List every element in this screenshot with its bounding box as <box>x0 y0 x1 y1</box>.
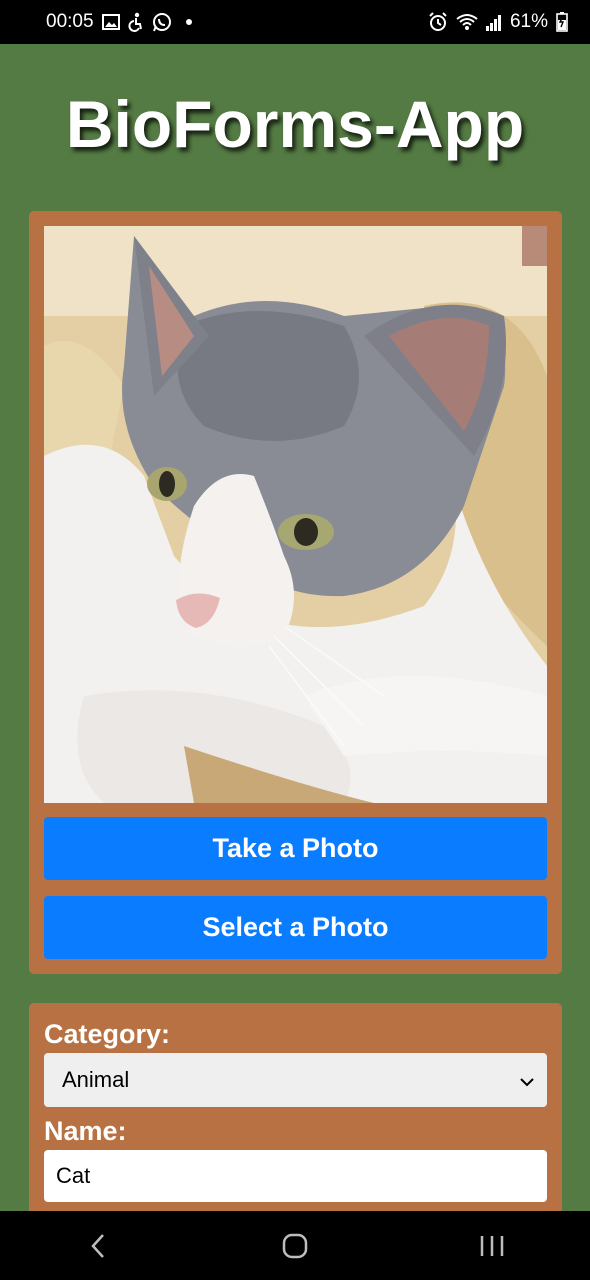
whatsapp-icon <box>152 12 172 32</box>
chevron-down-icon <box>519 1067 535 1093</box>
cat-photo <box>44 226 547 803</box>
nav-bar <box>0 1211 590 1280</box>
notification-dot-icon <box>185 19 192 25</box>
battery-charging-icon <box>556 12 568 32</box>
category-label: Category: <box>44 1019 171 1049</box>
home-icon[interactable] <box>265 1221 325 1271</box>
status-right: 61% <box>428 11 568 33</box>
status-time: 00:05 <box>46 11 94 32</box>
name-input[interactable]: Cat <box>44 1150 547 1202</box>
category-select[interactable]: Animal <box>44 1053 547 1107</box>
status-bar: 00:05 61% <box>0 0 590 44</box>
name-label: Name: <box>44 1116 127 1146</box>
back-icon[interactable] <box>68 1221 128 1271</box>
app-title: BioForms-App <box>65 87 525 161</box>
take-photo-button[interactable]: Take a Photo <box>44 817 547 880</box>
image-icon <box>101 12 120 32</box>
battery-percent: 61% <box>509 11 548 32</box>
status-left: 00:05 <box>46 11 192 33</box>
signal-icon <box>485 12 502 32</box>
category-value: Animal <box>62 1067 130 1092</box>
alarm-icon <box>428 12 448 32</box>
name-value: Cat <box>56 1163 91 1188</box>
select-photo-button[interactable]: Select a Photo <box>44 896 547 959</box>
cat-photo-illustration <box>44 226 547 803</box>
accessibility-icon <box>127 12 144 32</box>
form-card: Category: Animal Name: Cat <box>29 1003 562 1233</box>
recent-apps-icon[interactable] <box>462 1221 522 1271</box>
photo-card: Take a Photo Select a Photo <box>29 211 562 974</box>
wifi-icon <box>456 12 478 32</box>
